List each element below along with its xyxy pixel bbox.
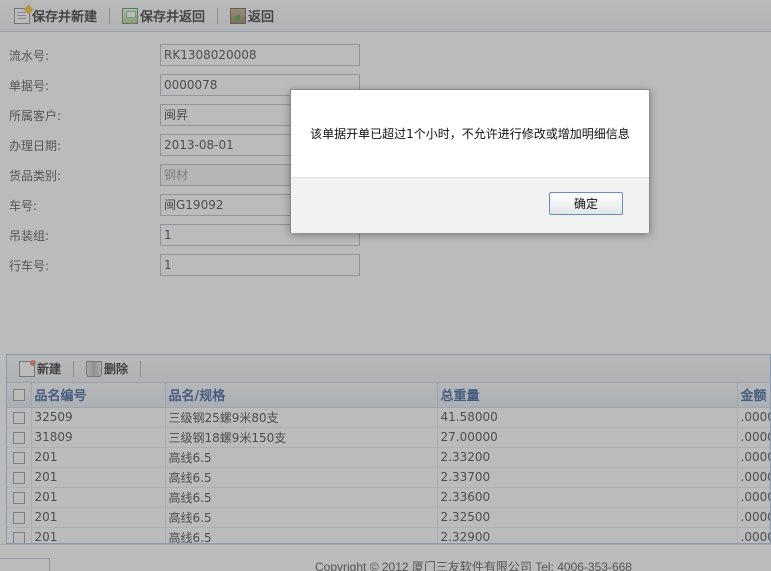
alert-message: 该单据开单已超过1个小时，不允许进行修改或增加明细信息 xyxy=(310,127,630,141)
alert-dialog: 该单据开单已超过1个小时，不允许进行修改或增加明细信息 确定 xyxy=(290,89,650,233)
modal-mask xyxy=(0,0,771,571)
ok-button[interactable]: 确定 xyxy=(549,192,623,215)
alert-dialog-footer: 确定 xyxy=(291,177,649,233)
